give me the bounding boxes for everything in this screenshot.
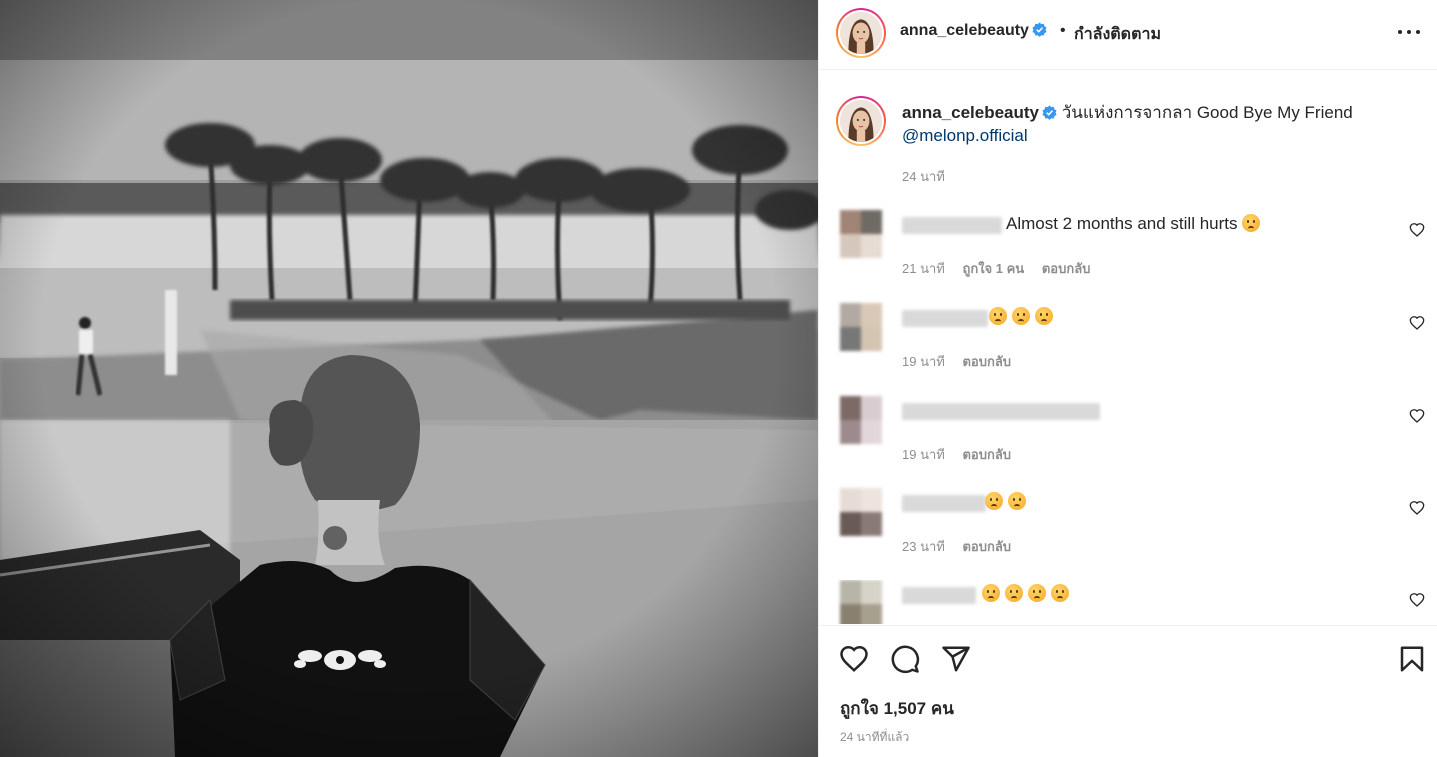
comment-icon[interactable] — [890, 644, 920, 674]
emoji-icon — [1035, 307, 1053, 325]
comment-heart-icon[interactable] — [1409, 500, 1425, 516]
share-icon[interactable] — [941, 644, 971, 674]
comment-heart-icon[interactable] — [1409, 592, 1425, 608]
emoji-icon — [1008, 492, 1026, 510]
emoji-icon — [1012, 307, 1030, 325]
post-detail-panel: anna_celebeauty • กำลังติดตาม anna_celeb… — [818, 0, 1437, 757]
reply-button[interactable]: ตอบกลับ — [962, 354, 1011, 369]
comment-heart-icon[interactable] — [1409, 222, 1425, 238]
comment-text — [985, 492, 1031, 512]
emoji-icon — [1028, 584, 1046, 602]
comment-meta: 23 นาที ตอบกลับ — [902, 536, 1025, 557]
post-actions: ถูกใจ 1,507 คน 24 นาทีที่แล้ว — [819, 625, 1437, 757]
avatar-face-icon — [840, 12, 882, 54]
commenter-avatar[interactable] — [840, 580, 882, 624]
comment-meta: 21 นาที ถูกใจ 1 คน ตอบกลับ — [902, 258, 1104, 279]
avatar-face-icon — [840, 100, 882, 142]
commenter-avatar[interactable] — [840, 488, 882, 536]
comment-likes[interactable]: ถูกใจ 1 คน — [962, 261, 1024, 276]
comment-text — [989, 307, 1058, 327]
blurred-username[interactable] — [902, 495, 986, 512]
comment-item: Almost 2 months and still hurts 21 นาที … — [819, 210, 1437, 290]
blurred-username[interactable] — [902, 217, 1002, 234]
comment-time: 23 นาที — [902, 539, 945, 554]
comment-heart-icon[interactable] — [1409, 315, 1425, 331]
emoji-icon — [989, 307, 1007, 325]
header-separator: • — [1060, 22, 1066, 39]
bookmark-icon[interactable] — [1397, 644, 1427, 674]
comment-meta: 19 นาที ตอบกลับ — [902, 351, 1025, 372]
post-photo-scene — [0, 0, 818, 757]
comment-time: 21 นาที — [902, 261, 945, 276]
blurred-username[interactable] — [902, 310, 988, 327]
caption-mention-link[interactable]: @melonp.official — [902, 126, 1028, 145]
commenter-avatar[interactable] — [840, 210, 882, 258]
comment-text — [982, 584, 1074, 604]
likes-count[interactable]: ถูกใจ 1,507 คน — [840, 695, 954, 722]
caption-time: 24 นาที — [902, 169, 945, 184]
emoji-icon — [1005, 584, 1023, 602]
comment-time: 19 นาที — [902, 354, 945, 369]
post-time: 24 นาทีที่แล้ว — [840, 730, 910, 744]
post-photo[interactable] — [0, 0, 818, 757]
comment-time: 19 นาที — [902, 447, 945, 462]
emoji-icon — [1051, 584, 1069, 602]
blurred-username[interactable] — [902, 403, 1100, 420]
commenter-avatar[interactable] — [840, 303, 882, 351]
comment-item: 19 นาที ตอบกลับ — [819, 303, 1437, 383]
heart-icon[interactable] — [839, 644, 869, 674]
comment-item — [819, 580, 1437, 624]
comment-item: 19 นาที ตอบกลับ — [819, 396, 1437, 476]
author-avatar[interactable] — [836, 8, 886, 58]
comment-text: Almost 2 months and still hurts — [1006, 214, 1265, 234]
caption-text-block: anna_celebeauty วันแห่งการจากลา Good Bye… — [902, 101, 1402, 147]
reply-button[interactable]: ตอบกลับ — [1042, 261, 1091, 276]
header-username[interactable]: anna_celebeauty — [900, 22, 1047, 40]
emoji-icon — [1242, 214, 1261, 232]
comment-heart-icon[interactable] — [1409, 408, 1425, 424]
emoji-icon — [985, 492, 1003, 510]
comment-meta: 19 นาที ตอบกลับ — [902, 444, 1025, 465]
verified-badge-icon — [1042, 105, 1057, 120]
commenter-avatar[interactable] — [840, 396, 882, 444]
caption-avatar[interactable] — [836, 96, 886, 146]
caption-text: วันแห่งการจากลา Good Bye My Friend — [1061, 103, 1353, 122]
comment-item: 23 นาที ตอบกลับ — [819, 488, 1437, 568]
verified-badge-icon — [1032, 22, 1047, 37]
reply-button[interactable]: ตอบกลับ — [962, 447, 1011, 462]
caption-username[interactable]: anna_celebeauty — [902, 103, 1039, 122]
more-options-icon[interactable] — [1394, 22, 1424, 42]
following-button[interactable]: กำลังติดตาม — [1074, 22, 1161, 47]
emoji-icon — [982, 584, 1000, 602]
blurred-username[interactable] — [902, 587, 976, 604]
post-header: anna_celebeauty • กำลังติดตาม — [819, 0, 1437, 70]
reply-button[interactable]: ตอบกลับ — [962, 539, 1011, 554]
